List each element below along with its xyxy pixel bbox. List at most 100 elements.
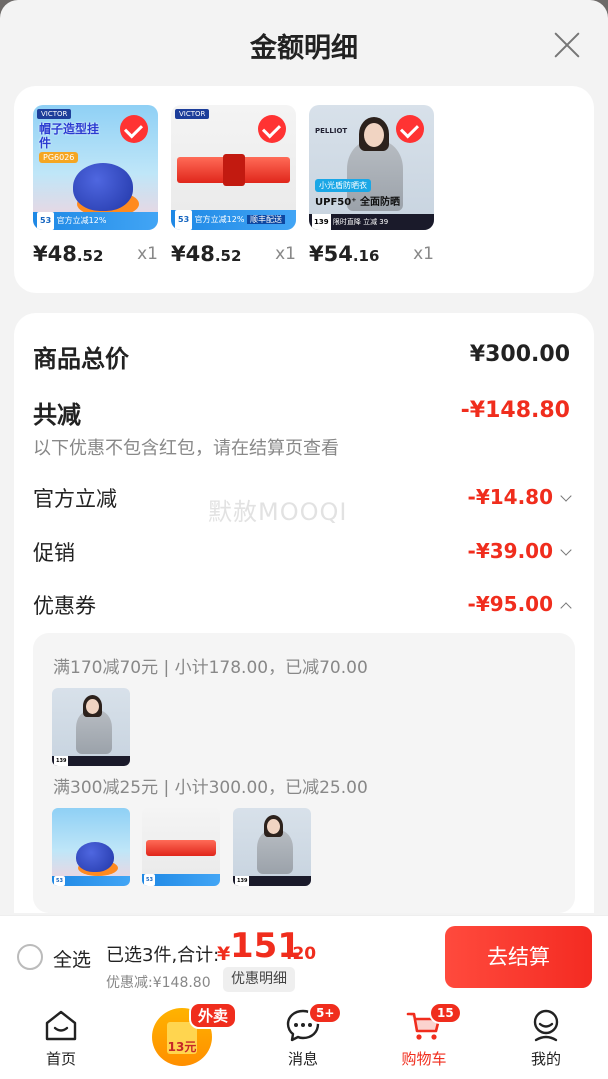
close-icon[interactable] <box>548 26 586 64</box>
promo-strip: 53 <box>142 874 220 886</box>
official-value-toggle[interactable]: -¥14.80 <box>467 485 572 509</box>
sheet-title: 金额明细 <box>250 33 358 64</box>
cap-shape <box>76 842 114 872</box>
price-row: ¥48.52 x1 <box>171 237 296 269</box>
brand-logo: VICTOR <box>175 109 210 119</box>
brand-logo: VICTOR <box>37 109 72 119</box>
chevron-down-icon <box>560 490 572 502</box>
product-item[interactable]: PELLIOT 小光盾防晒衣 UPF50⁺ 全面防晒 139 限时直降 立减 3… <box>309 105 434 269</box>
promo-value-toggle[interactable]: -¥39.00 <box>467 539 572 563</box>
discount-detail-button[interactable]: 优惠明细 <box>223 967 295 992</box>
product-qty: x1 <box>275 244 296 264</box>
product-thumbnail: PELLIOT 小光盾防晒衣 UPF50⁺ 全面防晒 139 限时直降 立减 3… <box>309 105 434 230</box>
strip-num: 53 <box>37 212 55 230</box>
promo-strip: 139 限时直降 立减 39 <box>309 214 434 230</box>
amount-details-sheet: 金额明细 VICTOR 帽子造型挂件 PG6026 53 官方立减12% ¥48… <box>0 0 608 1000</box>
watermark: 默赦MOOQI <box>208 498 348 526</box>
belt-buckle <box>223 154 245 186</box>
promo-label: 促销 <box>33 541 75 565</box>
promo-strip: 53 官方立减12% <box>33 212 158 230</box>
messages-badge: 5+ <box>308 1002 343 1024</box>
coupon-product-thumbnail: 139 <box>52 688 130 766</box>
bar-price: 139 <box>54 756 69 766</box>
price-row: ¥54.16 x1 <box>309 237 434 269</box>
total-symbol: ¥ <box>217 943 231 965</box>
product-item[interactable]: VICTOR 帽子造型挂件 PG6026 53 官方立减12% ¥48.52 x… <box>33 105 158 269</box>
product-item[interactable]: VICTOR 53 官方立减12% 顺丰配送 ¥48.52 x1 <box>171 105 296 269</box>
coupon-product-thumbnail: 139 <box>233 808 311 886</box>
cart-badge: 15 <box>429 1002 462 1024</box>
total-label: 商品总价 <box>33 345 129 373</box>
official-value: -¥14.80 <box>467 485 553 509</box>
coupon-label: 优惠券 <box>33 594 96 618</box>
tab-cart[interactable]: 15 购物车 <box>369 1000 479 1079</box>
checkout-button[interactable]: 去结算 <box>445 926 592 988</box>
strip-label: 官方立减12% <box>194 215 245 224</box>
product-card: VICTOR 帽子造型挂件 PG6026 53 官方立减12% ¥48.52 x… <box>14 86 594 293</box>
promo-strip: 139 <box>233 876 311 886</box>
selected-check-icon[interactable] <box>396 115 424 143</box>
coupon-product-thumbnail: 53 <box>52 808 130 886</box>
thumb-upf: UPF50⁺ 全面防晒 <box>315 197 400 208</box>
coupon-rule: 满170减70元 | 小计178.00，已减70.00 <box>53 658 368 678</box>
discount-note: 以下优惠不包含红包，请在结算页查看 <box>33 438 339 459</box>
bar-price: 139 <box>235 876 250 886</box>
profile-icon <box>533 1009 559 1042</box>
total-value: ¥300.00 <box>469 342 570 367</box>
sheet-header: 金额明细 <box>0 0 608 86</box>
checkout-bar: 全选 已选3件,合计: ¥ 151 .20 优惠减:¥148.80 优惠明细 去… <box>0 915 608 1000</box>
coupon-value-toggle[interactable]: -¥95.00 <box>467 592 572 616</box>
thumb-title: 帽子造型挂件 <box>39 122 100 150</box>
selected-check-icon[interactable] <box>120 115 148 143</box>
select-all-radio[interactable] <box>17 944 43 970</box>
promo-value: -¥39.00 <box>467 539 553 563</box>
price-dec: .52 <box>76 247 104 265</box>
tab-home[interactable]: 首页 <box>6 1000 116 1079</box>
brand-logo: PELLIOT <box>315 127 348 135</box>
total-amount-dec: .20 <box>286 944 317 964</box>
home-icon <box>45 1010 77 1041</box>
cap-shape <box>73 163 133 211</box>
coupon-product-thumbnail: 53 <box>142 808 220 886</box>
promo-strip: 53 官方立减12% 顺丰配送 <box>171 210 296 230</box>
face-shape <box>86 699 99 714</box>
tab-messages[interactable]: 5+ 消息 <box>248 1000 358 1079</box>
bottom-tab-bar: 首页 5+ 消息 15 购物车 我的 <box>0 1000 608 1079</box>
price-int: ¥48 <box>171 242 215 266</box>
reduce-value: -¥148.80 <box>460 398 570 423</box>
price-row: ¥48.52 x1 <box>33 237 158 269</box>
strip-num: 53 <box>54 876 65 886</box>
selected-check-icon[interactable] <box>258 115 286 143</box>
coupon-rule: 满300减25元 | 小计300.00，已减25.00 <box>53 778 368 798</box>
strip-num: 53 <box>144 874 155 886</box>
price-int: ¥54 <box>309 242 353 266</box>
reduce-label: 共减 <box>33 401 81 429</box>
chevron-up-icon <box>560 602 572 614</box>
product-thumbnail: VICTOR 53 官方立减12% 顺丰配送 <box>171 105 296 230</box>
strip-extra: 顺丰配送 <box>247 215 286 224</box>
price-int: ¥48 <box>33 242 77 266</box>
price-detail-card: 商品总价 ¥300.00 共减 -¥148.80 以下优惠不包含红包，请在结算页… <box>14 313 594 913</box>
thumb-tag: 小光盾防晒衣 <box>315 179 371 192</box>
belt-shape <box>146 840 216 856</box>
takeout-amount: 13元 <box>167 1040 197 1054</box>
takeout-badge: 外卖 <box>189 1002 238 1029</box>
coupon-value: -¥95.00 <box>467 592 553 616</box>
tab-label: 购物车 <box>401 1050 447 1068</box>
tab-label: 首页 <box>45 1050 76 1068</box>
product-qty: x1 <box>137 244 158 264</box>
face-shape <box>267 819 280 834</box>
promo-strip: 139 <box>52 756 130 766</box>
product-price: ¥48.52 <box>171 242 241 266</box>
select-all-label[interactable]: 全选 <box>53 945 91 972</box>
coupon-detail-box: 满170减70元 | 小计178.00，已减70.00 139 满300减25元… <box>33 633 575 913</box>
product-qty: x1 <box>413 244 434 264</box>
tab-label: 我的 <box>530 1050 561 1068</box>
product-thumbnail: VICTOR 帽子造型挂件 PG6026 53 官方立减12% <box>33 105 158 230</box>
bar-price: 139 <box>312 214 331 230</box>
product-price: ¥54.16 <box>309 242 379 266</box>
official-label: 官方立减 <box>33 487 117 511</box>
strip-num: 53 <box>175 210 193 230</box>
tab-mine[interactable]: 我的 <box>491 1000 601 1079</box>
price-dec: .52 <box>214 247 242 265</box>
